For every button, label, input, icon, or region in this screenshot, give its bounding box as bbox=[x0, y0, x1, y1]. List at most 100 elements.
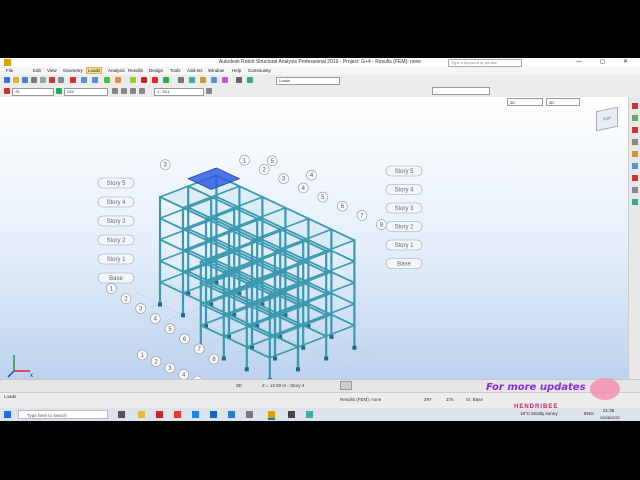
arrow-icon[interactable] bbox=[4, 88, 10, 94]
side-wing-support[interactable] bbox=[244, 367, 249, 372]
node-icon[interactable] bbox=[178, 77, 184, 83]
title-bar: Autodesk Robot Structural Analysis Profe… bbox=[0, 58, 640, 67]
pdf-icon[interactable] bbox=[141, 77, 147, 83]
main-wing-support[interactable] bbox=[181, 313, 185, 318]
main-wing-support[interactable] bbox=[324, 356, 329, 361]
structure-icon[interactable] bbox=[236, 77, 242, 83]
app-gray-icon[interactable] bbox=[246, 411, 253, 418]
story-selector[interactable]: Z = 12.00 m - Story 4 bbox=[262, 383, 304, 388]
story-label-left: Story 2 bbox=[106, 238, 126, 244]
menu-add-ins[interactable]: Add-Ins bbox=[187, 68, 203, 73]
bar-select-icon[interactable] bbox=[56, 88, 62, 94]
calc-icon[interactable] bbox=[104, 77, 110, 83]
view-tool-4-icon[interactable] bbox=[632, 139, 638, 145]
view-tool-8-icon[interactable] bbox=[632, 187, 638, 193]
view-tool-6-icon[interactable] bbox=[632, 163, 638, 169]
view-icon-1[interactable] bbox=[112, 88, 118, 94]
menu-window[interactable]: Window bbox=[208, 68, 224, 73]
view-tool-7-icon[interactable] bbox=[632, 175, 638, 181]
story-dropdown-button[interactable] bbox=[340, 381, 352, 390]
windows-start-icon[interactable] bbox=[4, 411, 11, 418]
open-file-icon[interactable] bbox=[13, 77, 19, 83]
menu-edit[interactable]: Edit bbox=[33, 68, 41, 73]
view-tool-9-icon[interactable] bbox=[632, 199, 638, 205]
menu-tools[interactable]: Tools bbox=[170, 68, 181, 73]
member-count: 376 bbox=[446, 397, 454, 402]
node-selection-combo[interactable]: 76 bbox=[12, 88, 54, 96]
view-tool-1-icon[interactable] bbox=[632, 103, 638, 109]
edge-icon[interactable] bbox=[192, 411, 199, 418]
menu-community[interactable]: Community bbox=[248, 68, 271, 73]
menu-loads[interactable]: Loads bbox=[86, 67, 103, 74]
brand-text: HENDRIBEE bbox=[514, 404, 559, 410]
side-wing-support[interactable] bbox=[296, 367, 300, 372]
section-icon[interactable] bbox=[211, 77, 217, 83]
main-wing-support[interactable] bbox=[352, 345, 357, 350]
cut-icon[interactable] bbox=[49, 77, 55, 83]
redo-icon[interactable] bbox=[92, 77, 98, 83]
main-wing-support[interactable] bbox=[158, 302, 162, 307]
weather-status[interactable]: 19°C Mostly sunny bbox=[520, 411, 558, 416]
structure-canvas[interactable]: 123456781234567812345678354Story 5Story … bbox=[0, 97, 628, 379]
story-label-right: Story 4 bbox=[394, 188, 414, 194]
save-icon[interactable] bbox=[22, 77, 28, 83]
file-explorer-icon[interactable] bbox=[138, 411, 145, 418]
copy-icon[interactable] bbox=[58, 77, 64, 83]
menu-design[interactable]: Design bbox=[149, 68, 163, 73]
app-dark-icon[interactable] bbox=[288, 411, 295, 418]
view-icon-5[interactable] bbox=[206, 88, 212, 94]
clock-time[interactable]: 21:35 bbox=[603, 408, 614, 413]
preview-icon[interactable] bbox=[40, 77, 46, 83]
window-controls[interactable]: — ▢ ✕ bbox=[576, 58, 636, 65]
info-tab[interactable]: Loads bbox=[4, 394, 16, 399]
results-icon[interactable] bbox=[115, 77, 121, 83]
view-mini-window-a[interactable]: 3D bbox=[507, 98, 543, 106]
view-tool-5-icon[interactable] bbox=[632, 151, 638, 157]
delete-icon[interactable] bbox=[70, 77, 76, 83]
view-tool-3-icon[interactable] bbox=[632, 127, 638, 133]
design-code: IS: Base bbox=[466, 397, 484, 402]
menu-geometry[interactable]: Geometry bbox=[63, 68, 83, 73]
menu-view[interactable]: View bbox=[47, 68, 57, 73]
menu-file[interactable]: File bbox=[6, 68, 13, 73]
material-icon[interactable] bbox=[222, 77, 228, 83]
story-label-right: Story 5 bbox=[394, 169, 414, 175]
view-mini-window-b[interactable]: 3D bbox=[546, 98, 580, 106]
outlook-icon[interactable] bbox=[228, 411, 235, 418]
design-icon[interactable] bbox=[130, 77, 136, 83]
help-search-input[interactable]: Type a keyword or phrase bbox=[448, 59, 522, 67]
side-wing-support[interactable] bbox=[221, 356, 226, 361]
load-case-icon[interactable] bbox=[247, 77, 253, 83]
bar-icon[interactable] bbox=[189, 77, 195, 83]
undo-icon[interactable] bbox=[81, 77, 87, 83]
tool-red-icon[interactable] bbox=[152, 77, 158, 83]
menu-help[interactable]: Help bbox=[232, 68, 241, 73]
language-indicator[interactable]: ENG bbox=[584, 411, 594, 416]
taskbar-search-input[interactable]: Type here to search bbox=[18, 410, 108, 419]
robot-taskbar-icon[interactable] bbox=[268, 411, 275, 418]
view-tool-2-icon[interactable] bbox=[632, 115, 638, 121]
clock-date[interactable]: 25/08/2021 bbox=[600, 415, 620, 420]
task-view-icon[interactable] bbox=[118, 411, 125, 418]
float-window-a[interactable]: ... bbox=[432, 87, 490, 95]
menu-results[interactable]: Results bbox=[128, 68, 143, 73]
pdf-app-icon[interactable] bbox=[156, 411, 163, 418]
view-mode-value[interactable]: 3D bbox=[236, 383, 242, 388]
grid-labels: 123456781234567812345678354Story 5Story … bbox=[97, 154, 423, 379]
loads-combo[interactable]: Loads bbox=[276, 77, 340, 85]
view-icon-3[interactable] bbox=[130, 88, 136, 94]
support-icon[interactable] bbox=[200, 77, 206, 83]
word-icon[interactable] bbox=[210, 411, 217, 418]
app-green-icon[interactable] bbox=[306, 411, 313, 418]
menu-analysis[interactable]: Analysis bbox=[108, 68, 125, 73]
3d-structure-view[interactable]: 123456781234567812345678354Story 5Story … bbox=[0, 97, 628, 379]
view-icon-4[interactable] bbox=[139, 88, 145, 94]
print-icon[interactable] bbox=[31, 77, 37, 83]
load-case-combo[interactable]: 1 : DL1 bbox=[154, 88, 204, 96]
tool-green-icon[interactable] bbox=[163, 77, 169, 83]
new-file-icon[interactable] bbox=[4, 77, 10, 83]
view-icon-2[interactable] bbox=[121, 88, 127, 94]
node-count: 297 bbox=[424, 397, 432, 402]
bar-selection-combo[interactable]: 226 bbox=[64, 88, 108, 96]
app-red-icon[interactable] bbox=[174, 411, 181, 418]
